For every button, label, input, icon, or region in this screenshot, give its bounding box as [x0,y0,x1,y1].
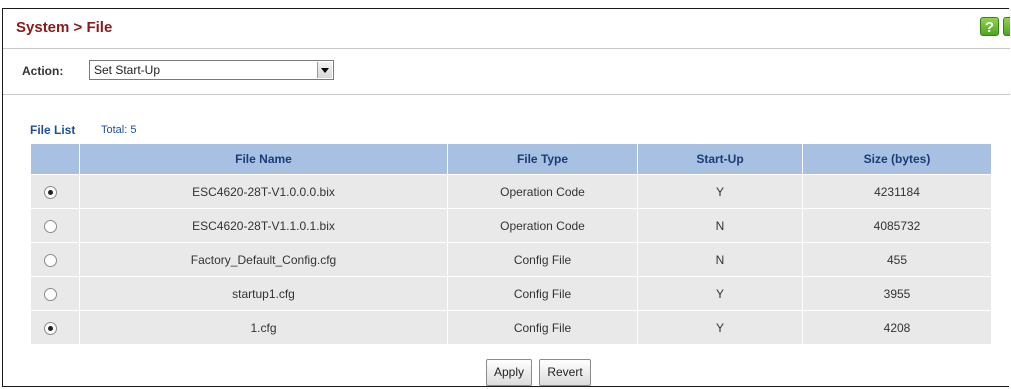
column-header-file-type: File Type [447,143,638,175]
action-row: Action: Set Start-Up [3,49,1010,95]
file-name-cell: Factory_Default_Config.cfg [79,242,448,277]
row-select-cell [30,242,80,277]
file-name-cell: startup1.cfg [79,276,448,311]
table-header-row: File Name File Type Start-Up Size (bytes… [30,143,992,175]
size-cell: 4085732 [802,208,992,243]
file-list-total: Total: 5 [101,124,137,136]
row-radio[interactable] [44,321,57,335]
table-row: 1.cfg Config File Y 4208 [30,310,992,345]
start-up-cell: N [637,208,803,243]
file-type-cell: Config File [447,276,638,311]
page-header: System > File ? [3,9,1010,49]
start-up-cell: Y [637,310,803,345]
help-icon[interactable]: ? [980,17,999,36]
file-type-cell: Config File [447,242,638,277]
apply-button[interactable]: Apply [486,359,532,386]
action-select-value: Set Start-Up [94,63,161,77]
size-cell: 4208 [802,310,992,345]
row-select-cell [30,208,80,243]
size-cell: 4231184 [802,174,992,209]
size-cell: 3955 [802,276,992,311]
file-name-cell: 1.cfg [79,310,448,345]
row-radio[interactable] [44,287,57,301]
row-select-cell [30,174,80,209]
page-title: System > File [16,19,113,36]
column-header-start-up: Start-Up [637,143,803,175]
table-row: ESC4620-28T-V1.0.0.0.bix Operation Code … [30,174,992,209]
column-header-file-name: File Name [79,143,448,175]
file-type-cell: Operation Code [447,208,638,243]
table-row: Factory_Default_Config.cfg Config File N… [30,242,992,277]
file-name-cell: ESC4620-28T-V1.1.0.1.bix [79,208,448,243]
file-list-title: File List [30,123,76,137]
chevron-down-icon[interactable] [317,62,332,78]
action-label: Action: [22,64,64,78]
row-radio[interactable] [44,219,57,233]
secondary-icon[interactable] [1003,17,1010,36]
file-name-cell: ESC4620-28T-V1.0.0.0.bix [79,174,448,209]
file-table: File Name File Type Start-Up Size (bytes… [30,143,992,345]
row-select-cell [30,310,80,345]
main-panel: System > File ? Action: Set Start-Up Fil… [2,8,1010,387]
size-cell: 455 [802,242,992,277]
start-up-cell: N [637,242,803,277]
action-select[interactable]: Set Start-Up [89,60,334,80]
start-up-cell: Y [637,276,803,311]
start-up-cell: Y [637,174,803,209]
table-row: ESC4620-28T-V1.1.0.1.bix Operation Code … [30,208,992,243]
file-type-cell: Operation Code [447,174,638,209]
row-radio[interactable] [44,253,57,267]
column-header-size: Size (bytes) [802,143,992,175]
revert-button[interactable]: Revert [539,359,591,386]
row-select-cell [30,276,80,311]
table-row: startup1.cfg Config File Y 3955 [30,276,992,311]
select-column-header [30,143,80,175]
row-radio[interactable] [44,185,57,199]
file-type-cell: Config File [447,310,638,345]
